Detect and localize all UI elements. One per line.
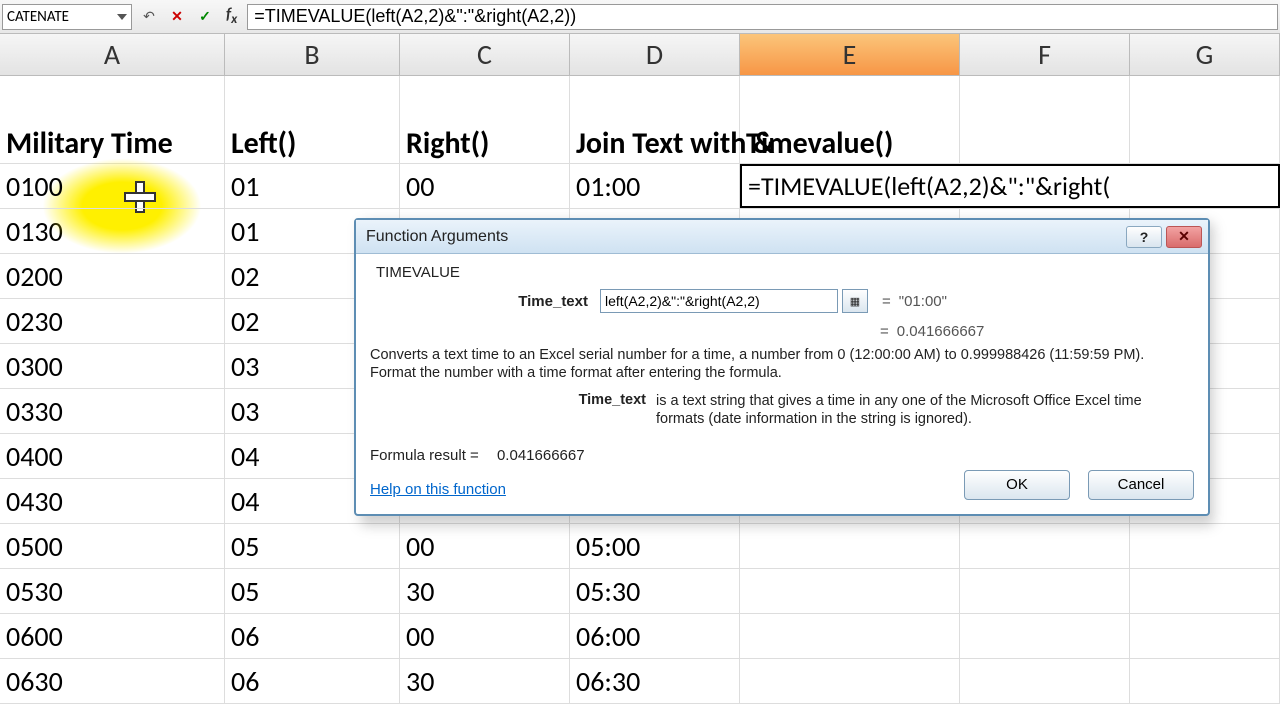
- cell[interactable]: 0430: [0, 479, 225, 523]
- cell[interactable]: [1130, 569, 1280, 613]
- equals-sign: =: [880, 323, 889, 340]
- cell[interactable]: 30: [400, 659, 570, 703]
- cell[interactable]: 0330: [0, 389, 225, 433]
- cell[interactable]: 05: [225, 569, 400, 613]
- name-box-text: CATENATE: [7, 8, 69, 26]
- cell[interactable]: [960, 524, 1130, 568]
- equals-sign: =: [882, 293, 891, 310]
- help-link[interactable]: Help on this function: [370, 481, 506, 498]
- table-row: 0630 06 30 06:30: [0, 659, 1280, 704]
- dialog-close-button[interactable]: ✕: [1166, 226, 1202, 248]
- cell[interactable]: 0200: [0, 254, 225, 298]
- cell[interactable]: 06: [225, 659, 400, 703]
- formula-input-text: =TIMEVALUE(left(A2,2)&":"&right(A2,2)): [254, 6, 576, 27]
- cell[interactable]: 0300: [0, 344, 225, 388]
- cell[interactable]: 00: [400, 524, 570, 568]
- function-description: Converts a text time to an Excel serial …: [370, 346, 1194, 382]
- cell-B2[interactable]: 01: [225, 164, 400, 208]
- parameter-text: is a text string that gives a time in an…: [656, 392, 1194, 428]
- header-row: Military Time Left() Right() Join Text w…: [0, 76, 1280, 164]
- cell-D2[interactable]: 01:00: [570, 164, 740, 208]
- dialog-title-text: Function Arguments: [366, 228, 508, 246]
- cell[interactable]: [1130, 614, 1280, 658]
- cell[interactable]: [1130, 524, 1280, 568]
- cell[interactable]: 05:30: [570, 569, 740, 613]
- cell[interactable]: 06: [225, 614, 400, 658]
- cell[interactable]: 30: [400, 569, 570, 613]
- result-eval-value: 0.041666667: [897, 323, 985, 340]
- cell[interactable]: [960, 569, 1130, 613]
- cell[interactable]: 0500: [0, 524, 225, 568]
- formula-result-label: Formula result =: [370, 447, 479, 464]
- dialog-body: TIMEVALUE Time_text ▦ = "01:00" = 0.0416…: [356, 254, 1208, 514]
- name-box-dropdown-icon[interactable]: [117, 14, 127, 20]
- header-D: Join Text with &: [570, 76, 740, 163]
- argument-row: Time_text ▦ = "01:00": [370, 289, 1194, 313]
- cell[interactable]: 0400: [0, 434, 225, 478]
- dialog-help-button[interactable]: ?: [1126, 226, 1162, 248]
- name-box[interactable]: CATENATE: [2, 4, 132, 30]
- formula-input[interactable]: =TIMEVALUE(left(A2,2)&":"&right(A2,2)): [247, 4, 1278, 30]
- cell[interactable]: [960, 659, 1130, 703]
- col-header-F[interactable]: F: [960, 34, 1130, 75]
- cell[interactable]: 00: [400, 614, 570, 658]
- formula-result-value: 0.041666667: [497, 447, 585, 464]
- fx-icon[interactable]: fx: [222, 5, 241, 27]
- function-name-label: TIMEVALUE: [376, 264, 1194, 281]
- formula-bar-buttons: ↶ ✕ ✓ fx: [132, 5, 247, 27]
- cell[interactable]: 05: [225, 524, 400, 568]
- parameter-label: Time_text: [370, 392, 656, 428]
- cell[interactable]: 0230: [0, 299, 225, 343]
- cell[interactable]: 0600: [0, 614, 225, 658]
- col-header-A[interactable]: A: [0, 34, 225, 75]
- col-header-D[interactable]: D: [570, 34, 740, 75]
- undo-icon[interactable]: ↶: [138, 6, 160, 28]
- argument-label: Time_text: [370, 293, 600, 310]
- header-F: [960, 76, 1130, 163]
- cell[interactable]: [740, 569, 960, 613]
- table-row: 0530 05 30 05:30: [0, 569, 1280, 614]
- col-header-G[interactable]: G: [1130, 34, 1280, 75]
- col-header-E[interactable]: E: [740, 34, 960, 75]
- header-C: Right(): [400, 76, 570, 163]
- function-arguments-dialog: Function Arguments ? ✕ TIMEVALUE Time_te…: [354, 218, 1210, 516]
- cell[interactable]: 0630: [0, 659, 225, 703]
- cell[interactable]: [740, 614, 960, 658]
- table-row: 0600 06 00 06:00: [0, 614, 1280, 659]
- ok-button[interactable]: OK: [964, 470, 1070, 500]
- formula-result-row: Formula result = 0.041666667: [370, 447, 1194, 464]
- range-selector-icon[interactable]: ▦: [842, 289, 868, 313]
- dialog-footer: Help on this function OK Cancel: [370, 470, 1194, 500]
- cell[interactable]: [960, 614, 1130, 658]
- col-header-B[interactable]: B: [225, 34, 400, 75]
- formula-bar: CATENATE ↶ ✕ ✓ fx =TIMEVALUE(left(A2,2)&…: [0, 0, 1280, 34]
- cell-C2[interactable]: 00: [400, 164, 570, 208]
- header-A: Military Time: [0, 76, 225, 163]
- cell-E2-editing[interactable]: =TIMEVALUE(left(A2,2)&":"&right(: [740, 164, 1280, 208]
- cell[interactable]: 0530: [0, 569, 225, 613]
- result-eval-row: = 0.041666667: [880, 323, 1194, 340]
- column-headers: A B C D E F G: [0, 34, 1280, 76]
- cell[interactable]: 0130: [0, 209, 225, 253]
- cancel-button[interactable]: Cancel: [1088, 470, 1194, 500]
- dialog-title-bar[interactable]: Function Arguments ? ✕: [356, 220, 1208, 254]
- cell[interactable]: [1130, 659, 1280, 703]
- header-E: Timevalue(): [740, 76, 960, 163]
- cell[interactable]: 06:00: [570, 614, 740, 658]
- cell-A2[interactable]: 0100: [0, 164, 225, 208]
- cancel-formula-icon[interactable]: ✕: [166, 6, 188, 28]
- cell[interactable]: [740, 524, 960, 568]
- parameter-description: Time_text is a text string that gives a …: [370, 392, 1194, 428]
- argument-input[interactable]: [600, 289, 838, 313]
- cell[interactable]: 06:30: [570, 659, 740, 703]
- enter-formula-icon[interactable]: ✓: [194, 6, 216, 28]
- table-row: 0100 01 00 01:00 =TIMEVALUE(left(A2,2)&"…: [0, 164, 1280, 209]
- cell[interactable]: 05:00: [570, 524, 740, 568]
- col-header-C[interactable]: C: [400, 34, 570, 75]
- header-G: [1130, 76, 1280, 163]
- header-B: Left(): [225, 76, 400, 163]
- cell[interactable]: [740, 659, 960, 703]
- table-row: 0500 05 00 05:00: [0, 524, 1280, 569]
- argument-eval-value: "01:00": [899, 293, 947, 310]
